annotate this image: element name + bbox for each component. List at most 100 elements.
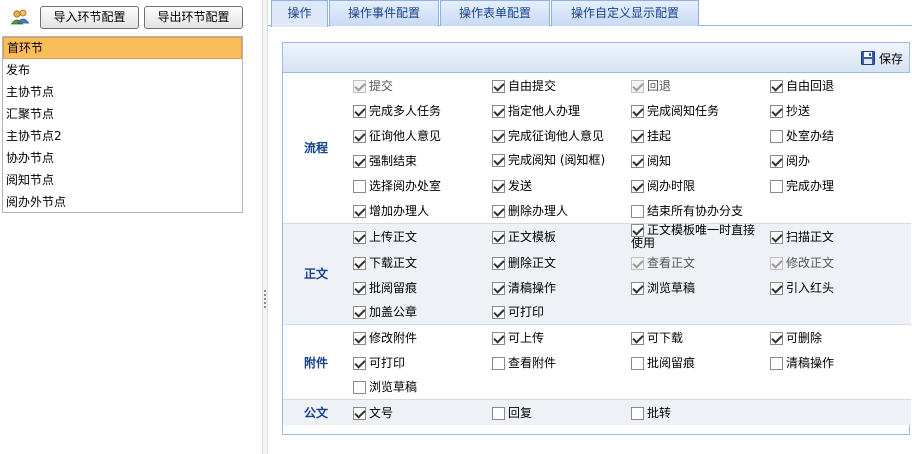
permission-checkbox[interactable] xyxy=(631,155,644,168)
permission-option[interactable]: 征询他人意见 xyxy=(349,123,488,148)
permission-option[interactable]: 清稿操作 xyxy=(766,349,911,375)
permission-checkbox[interactable] xyxy=(631,406,644,420)
permission-checkbox[interactable] xyxy=(353,331,366,345)
node-list-item[interactable]: 主协节点2 xyxy=(3,125,242,147)
node-list-item[interactable]: 首环节 xyxy=(3,37,242,59)
import-config-button[interactable]: 导入环节配置 xyxy=(40,6,139,29)
permission-option[interactable]: 文号 xyxy=(349,399,488,425)
permission-checkbox[interactable] xyxy=(353,130,366,143)
permission-option[interactable]: 自由提交 xyxy=(488,73,627,98)
permission-option[interactable]: 处室办结 xyxy=(766,123,911,148)
permission-checkbox[interactable] xyxy=(631,281,644,295)
permission-option[interactable]: 自由回退 xyxy=(766,73,911,98)
node-list-item[interactable]: 阅办外节点 xyxy=(3,191,242,213)
permission-checkbox[interactable] xyxy=(353,381,366,395)
permission-checkbox[interactable] xyxy=(492,154,505,167)
permission-option[interactable]: 增加办理人 xyxy=(349,198,488,223)
permission-option[interactable]: 抄送 xyxy=(766,98,911,123)
permission-checkbox[interactable] xyxy=(353,306,366,320)
permission-option[interactable]: 完成阅知 (阅知框) xyxy=(488,148,627,173)
permission-checkbox[interactable] xyxy=(631,223,644,237)
permission-checkbox[interactable] xyxy=(353,204,366,218)
permission-option[interactable]: 加盖公章 xyxy=(349,299,488,325)
tab-custom-display[interactable]: 操作自定义显示配置 xyxy=(551,0,699,26)
permission-option[interactable]: 上传正文 xyxy=(349,222,488,250)
permission-checkbox[interactable] xyxy=(353,406,366,420)
permission-option[interactable]: 批阅留痕 xyxy=(349,274,488,300)
permission-checkbox[interactable] xyxy=(631,331,644,345)
permission-checkbox[interactable] xyxy=(492,180,505,193)
permission-option[interactable]: 正文模板 xyxy=(488,222,627,250)
permission-checkbox[interactable] xyxy=(492,105,505,118)
permission-checkbox[interactable] xyxy=(770,80,783,93)
permission-checkbox[interactable] xyxy=(492,356,505,370)
permission-checkbox[interactable] xyxy=(492,256,505,270)
permission-option[interactable]: 扫描正文 xyxy=(766,222,911,250)
permission-option[interactable]: 修改附件 xyxy=(349,324,488,350)
permission-option[interactable]: 正文模板唯一时直接使用 xyxy=(627,222,766,250)
permission-option[interactable]: 批转 xyxy=(627,399,766,425)
permission-option[interactable]: 阅办 xyxy=(766,148,911,173)
permission-checkbox[interactable] xyxy=(770,231,783,244)
permission-option[interactable]: 下载正文 xyxy=(349,249,488,275)
permission-option[interactable]: 浏览草稿 xyxy=(349,374,488,400)
permission-option[interactable]: 提交 xyxy=(349,73,488,98)
permission-option[interactable]: 可打印 xyxy=(349,349,488,375)
permission-checkbox[interactable] xyxy=(492,231,505,244)
permission-checkbox[interactable] xyxy=(631,105,644,118)
permission-option[interactable]: 选择阅办处室 xyxy=(349,173,488,198)
permission-checkbox[interactable] xyxy=(770,281,783,295)
permission-checkbox[interactable] xyxy=(631,180,644,193)
permission-checkbox[interactable] xyxy=(770,130,783,143)
permission-checkbox[interactable] xyxy=(353,180,366,193)
permission-option[interactable]: 完成办理 xyxy=(766,173,911,198)
save-button[interactable]: 保存 xyxy=(860,50,903,68)
permission-option[interactable]: 完成阅知任务 xyxy=(627,98,766,123)
permission-option[interactable]: 阅知 xyxy=(627,148,766,173)
export-config-button[interactable]: 导出环节配置 xyxy=(144,6,243,29)
permission-checkbox[interactable] xyxy=(770,155,783,168)
permission-option[interactable]: 浏览草稿 xyxy=(627,274,766,300)
permission-option[interactable]: 回退 xyxy=(627,73,766,98)
permission-checkbox[interactable] xyxy=(770,105,783,118)
node-list-item[interactable]: 主协节点 xyxy=(3,81,242,103)
permission-checkbox[interactable] xyxy=(353,281,366,295)
permission-option[interactable]: 清稿操作 xyxy=(488,274,627,300)
permission-option[interactable]: 完成征询他人意见 xyxy=(488,123,627,148)
node-list-item[interactable]: 汇聚节点 xyxy=(3,103,242,125)
permission-checkbox[interactable] xyxy=(353,105,366,118)
permission-option[interactable]: 指定他人办理 xyxy=(488,98,627,123)
permission-checkbox[interactable] xyxy=(353,231,366,244)
splitter-grip-icon[interactable] xyxy=(264,290,266,308)
permission-checkbox[interactable] xyxy=(353,256,366,270)
permission-option[interactable]: 查看附件 xyxy=(488,349,627,375)
permission-checkbox[interactable] xyxy=(770,180,783,193)
permission-option[interactable]: 查看正文 xyxy=(627,249,766,275)
permission-checkbox[interactable] xyxy=(492,80,505,93)
permission-option[interactable]: 回复 xyxy=(488,399,627,425)
permission-option[interactable]: 可删除 xyxy=(766,324,911,350)
permission-option[interactable]: 阅办时限 xyxy=(627,173,766,198)
tab-operation-forms[interactable]: 操作表单配置 xyxy=(440,0,550,26)
node-list-item[interactable]: 协办节点 xyxy=(3,147,242,169)
permission-option[interactable]: 完成多人任务 xyxy=(349,98,488,123)
permission-option[interactable]: 结束所有协办分支 xyxy=(627,198,766,223)
permission-checkbox[interactable] xyxy=(492,306,505,320)
permission-checkbox[interactable] xyxy=(492,281,505,295)
permission-option[interactable]: 可打印 xyxy=(488,299,627,325)
permission-option[interactable]: 可下载 xyxy=(627,324,766,350)
permission-option[interactable]: 修改正文 xyxy=(766,249,911,275)
permission-option[interactable]: 批阅留痕 xyxy=(627,349,766,375)
permission-option[interactable]: 强制结束 xyxy=(349,148,488,173)
permission-checkbox[interactable] xyxy=(631,130,644,143)
node-list-item[interactable]: 发布 xyxy=(3,59,242,81)
permission-checkbox[interactable] xyxy=(770,331,783,345)
permission-checkbox[interactable] xyxy=(492,331,505,345)
permission-option[interactable]: 删除正文 xyxy=(488,249,627,275)
permission-option[interactable]: 可上传 xyxy=(488,324,627,350)
permission-checkbox[interactable] xyxy=(353,155,366,168)
permission-option[interactable]: 挂起 xyxy=(627,123,766,148)
tab-operations[interactable]: 操作 xyxy=(271,0,328,27)
permission-checkbox[interactable] xyxy=(631,356,644,370)
tab-operation-events[interactable]: 操作事件配置 xyxy=(329,0,439,26)
